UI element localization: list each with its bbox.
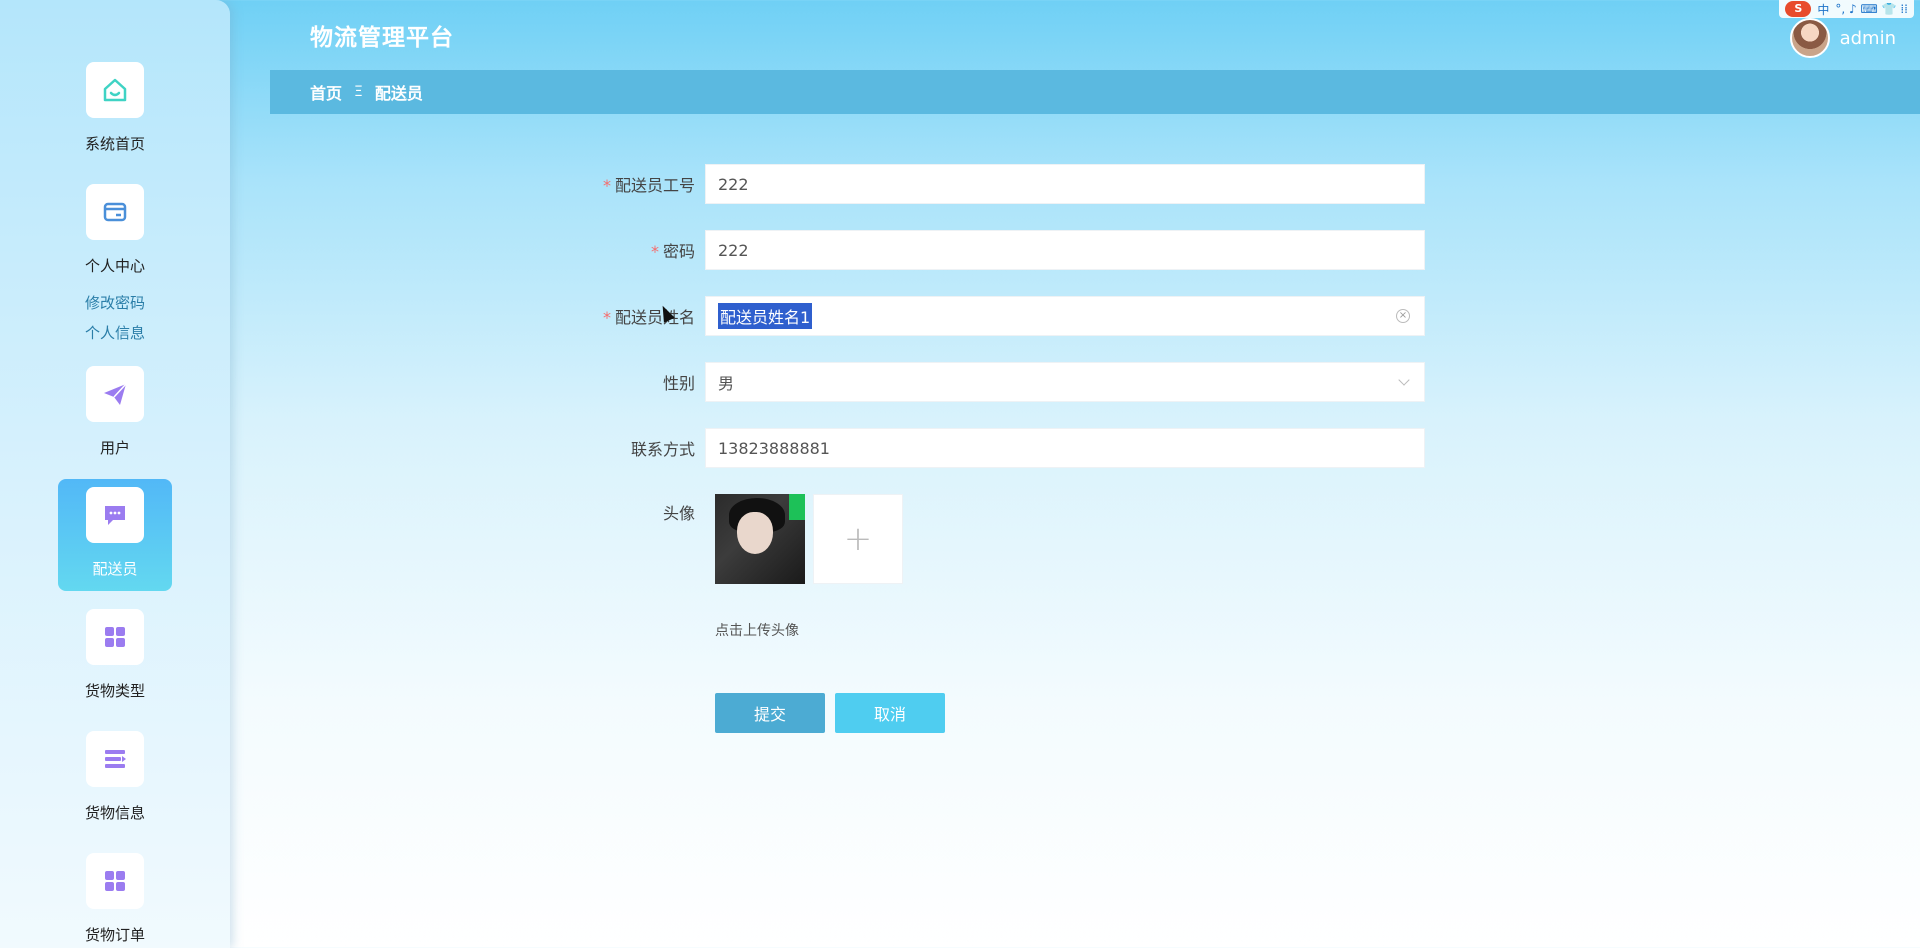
upload-hint: 点击上传头像: [715, 623, 799, 639]
sidebar-item-label: 货物类型: [84, 682, 145, 700]
grid-icon: [86, 853, 144, 909]
selected-text: 配送员姓名1: [718, 303, 813, 329]
sidebar-item-goods-info[interactable]: 货物信息: [58, 723, 172, 835]
chat-icon: [86, 487, 144, 543]
sidebar-item-label: 配送员: [92, 560, 138, 578]
user-menu[interactable]: admin: [1789, 18, 1896, 58]
submit-button[interactable]: 提交: [715, 693, 825, 733]
app-title: 物流管理平台: [310, 25, 454, 51]
username[interactable]: admin: [1840, 28, 1896, 49]
field-label: 联系方式: [630, 440, 695, 459]
ime-language-toggle[interactable]: 中: [1817, 1, 1829, 18]
sidebar-item-goods-types[interactable]: 货物类型: [58, 601, 172, 713]
user-avatar[interactable]: [1789, 18, 1830, 58]
field-label: * 配送员姓名: [602, 308, 695, 327]
contact-input[interactable]: 13823888881: [705, 428, 1425, 468]
courier-name-input[interactable]: 配送员姓名1 ×: [705, 296, 1425, 336]
avatar-thumbnail[interactable]: [715, 494, 805, 584]
required-mark: *: [602, 308, 611, 327]
form-row-courier-id: * 配送员工号 222: [560, 164, 1425, 204]
sidebar-item-label: 系统首页: [84, 135, 145, 153]
form-row-password: * 密码 222: [560, 230, 1425, 270]
avatar-field-label: 头像: [662, 504, 695, 523]
required-mark: *: [650, 242, 659, 261]
breadcrumb: 首页 Ξ 配送员: [270, 70, 1920, 114]
field-label: * 密码: [650, 242, 695, 261]
sidebar-item-label: 货物订单: [84, 926, 145, 944]
sidebar-item-label: 货物信息: [84, 804, 145, 822]
field-label: * 配送员工号: [602, 176, 695, 195]
clear-icon[interactable]: ×: [1396, 309, 1410, 323]
card-icon: [86, 184, 144, 240]
gender-select[interactable]: 男: [705, 362, 1425, 402]
upload-add-button[interactable]: +: [813, 494, 903, 584]
breadcrumb-current: 配送员: [374, 84, 423, 103]
ime-tools-icons[interactable]: °, ♪ ⌨ 👕 ⁞⁞: [1835, 2, 1908, 16]
sidebar-item-profile[interactable]: 个人中心: [58, 176, 172, 288]
chevron-down-icon[interactable]: [1398, 374, 1410, 386]
form-row-gender: 性别 男: [560, 362, 1425, 402]
submenu-personal-info[interactable]: 个人信息: [85, 322, 145, 343]
sogou-logo-icon[interactable]: S: [1785, 1, 1812, 17]
list-icon: [86, 731, 144, 787]
sidebar-item-label: 个人中心: [84, 257, 145, 275]
password-input[interactable]: 222: [705, 230, 1425, 270]
courier-id-input[interactable]: 222: [705, 164, 1425, 204]
breadcrumb-separator-icon: Ξ: [354, 84, 363, 100]
top-header: 物流管理平台 admin S 中 °, ♪ ⌨ 👕 ⁞⁞: [0, 0, 1920, 70]
sidebar-item-home[interactable]: 系统首页: [58, 54, 172, 166]
paper-plane-icon: [86, 366, 144, 422]
grid-icon: [86, 609, 144, 665]
field-label: 性别: [662, 374, 695, 393]
required-mark: *: [602, 176, 611, 195]
sidebar-item-label: 用户: [99, 439, 130, 457]
submenu-change-password[interactable]: 修改密码: [85, 292, 145, 313]
home-icon: [86, 62, 144, 118]
sidebar-item-couriers[interactable]: 配送员: [58, 479, 172, 591]
form-row-courier-name: * 配送员姓名 配送员姓名1 ×: [560, 296, 1425, 336]
sidebar-item-users[interactable]: 用户: [58, 358, 172, 470]
form-row-contact: 联系方式 13823888881: [560, 428, 1425, 468]
breadcrumb-home[interactable]: 首页: [310, 80, 342, 104]
ime-toolbar[interactable]: S 中 °, ♪ ⌨ 👕 ⁞⁞: [1779, 0, 1914, 18]
sidebar-item-goods-orders[interactable]: 货物订单: [58, 845, 172, 948]
sidebar: 系统首页 个人中心 修改密码 个人信息 用户 配送员 货物类型 货物信息 货物订…: [0, 0, 230, 948]
gender-selected-value: 男: [718, 374, 735, 393]
cancel-button[interactable]: 取消: [835, 693, 945, 733]
